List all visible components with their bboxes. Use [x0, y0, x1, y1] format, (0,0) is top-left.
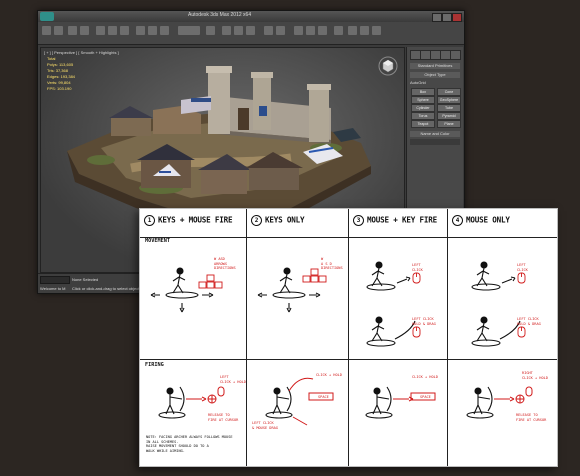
firing-sketch-keys-only [265, 377, 334, 426]
column-title: KEYS ONLY [265, 215, 305, 225]
movement-note-col3-drag: LEFT CLICK HOLD & DRAG [412, 317, 436, 326]
box-button[interactable]: Box [411, 88, 435, 96]
control-scheme-storyboard: 1 KEYS + MOUSE FIRE 2 KEYS ONLY 3 MOUSE + K… [139, 208, 558, 467]
movement-note-col4-drag: LEFT CLICK HOLD & DRAG [517, 317, 541, 326]
primitives-dropdown[interactable]: Standard Primitives [410, 63, 460, 69]
percent-snap-icon[interactable] [246, 26, 255, 35]
redo-icon[interactable] [54, 26, 63, 35]
select-by-name-icon[interactable] [108, 26, 117, 35]
curve-editor-icon[interactable] [306, 26, 315, 35]
firing-release-note-col4: RELEASE TO FIRE AT CURSOR [516, 413, 547, 422]
material-editor-icon[interactable] [334, 26, 343, 35]
geosphere-button[interactable]: GeoSphere [437, 96, 461, 104]
space-key-col3: SPACE [420, 394, 431, 399]
firing-release-note-col1: RELEASE TO FIRE AT CURSOR [208, 413, 239, 422]
move-icon[interactable] [136, 26, 145, 35]
movement-sketch-mouse-only [471, 261, 526, 347]
movement-sketch-mouse-key [366, 261, 421, 347]
unlink-icon[interactable] [80, 26, 89, 35]
space-key: SPACE [318, 394, 329, 399]
align-icon[interactable] [276, 26, 285, 35]
scale-icon[interactable] [160, 26, 169, 35]
plane-button[interactable]: Plane [437, 120, 461, 128]
select-region-icon[interactable] [120, 26, 129, 35]
firing-note-col1: LEFT CLICK + HOLD [220, 375, 246, 384]
mirror-icon[interactable] [264, 26, 273, 35]
firing-drag-note-col2: LEFT CLICK & MOUSE DRAG [252, 421, 278, 430]
movement-note-col2: W A S D DIRECTIONS [321, 257, 343, 271]
app-menu-button[interactable] [40, 12, 54, 21]
movement-note-col4: LEFT CLICK [517, 263, 528, 272]
cone-button[interactable]: Cone [437, 88, 461, 96]
column-title: MOUSE + KEY FIRE [367, 215, 437, 225]
firing-note-col3: CLICK + HOLD [412, 375, 438, 379]
sphere-button[interactable]: Sphere [411, 96, 435, 104]
minimize-button[interactable] [432, 13, 442, 22]
tube-button[interactable]: Tube [437, 104, 461, 112]
column-header-1: 1 KEYS + MOUSE FIRE [140, 209, 247, 238]
pyramid-button[interactable]: Pyramid [437, 112, 461, 120]
viewcube-icon[interactable] [377, 54, 399, 76]
firing-footnote: NOTE: FACING ARCHER ALWAYS FOLLOWS MOUSE… [146, 435, 233, 453]
render-setup-icon[interactable] [348, 26, 357, 35]
prompt-line: Click or click-and-drag to select object… [72, 286, 142, 291]
layer-icon[interactable] [294, 26, 303, 35]
cylinder-button[interactable]: Cylinder [411, 104, 435, 112]
angle-snap-icon[interactable] [234, 26, 243, 35]
maxscript-listener-field[interactable] [40, 276, 70, 284]
column-title: MOUSE ONLY [466, 215, 510, 225]
firing-note-col4: RIGHT CLICK + HOLD [522, 371, 548, 380]
render-icon[interactable] [372, 26, 381, 35]
close-button[interactable] [452, 13, 462, 22]
column-header-3: 3 MOUSE + KEY FIRE [349, 209, 448, 238]
movement-note-col3: LEFT CLICK [412, 263, 423, 272]
undo-icon[interactable] [42, 26, 51, 35]
rotate-icon[interactable] [148, 26, 157, 35]
welcome-text: Welcome to M [40, 286, 66, 291]
name-color-rollout[interactable]: Name and Color [410, 131, 460, 137]
movement-note-col1: W ASD ARROWS DIRECTIONS [214, 257, 236, 271]
section-label-firing: FIRING [145, 362, 164, 368]
snap-icon[interactable] [222, 26, 231, 35]
reference-coord-dropdown[interactable] [178, 26, 200, 35]
object-type-rollout[interactable]: Object Type [410, 72, 460, 78]
selection-status: None Selected [72, 277, 99, 282]
autogrid-checkbox[interactable]: AutoGrid [410, 80, 460, 86]
display-tab-icon[interactable] [450, 50, 461, 60]
firing-note-col2: CLICK + HOLD [316, 373, 342, 377]
torus-button[interactable]: Torus [411, 112, 435, 120]
section-divider [140, 359, 557, 360]
maximize-button[interactable] [442, 13, 452, 22]
object-name-field[interactable] [410, 139, 460, 145]
pivot-icon[interactable] [206, 26, 215, 35]
title-bar: Autodesk 3ds Max 2012 x64 [38, 11, 464, 22]
link-icon[interactable] [68, 26, 77, 35]
section-label-movement: MOVEMENT [145, 238, 170, 244]
select-icon[interactable] [96, 26, 105, 35]
column-header-4: 4 MOUSE ONLY [448, 209, 557, 238]
render-frame-icon[interactable] [360, 26, 369, 35]
main-toolbar [38, 22, 464, 45]
schematic-icon[interactable] [318, 26, 327, 35]
column-title: KEYS + MOUSE FIRE [158, 215, 233, 225]
teapot-button[interactable]: Teapot [411, 120, 435, 128]
window-title: Autodesk 3ds Max 2012 x64 [188, 12, 252, 18]
column-header-2: 2 KEYS ONLY [247, 209, 349, 238]
section-divider [140, 237, 557, 238]
